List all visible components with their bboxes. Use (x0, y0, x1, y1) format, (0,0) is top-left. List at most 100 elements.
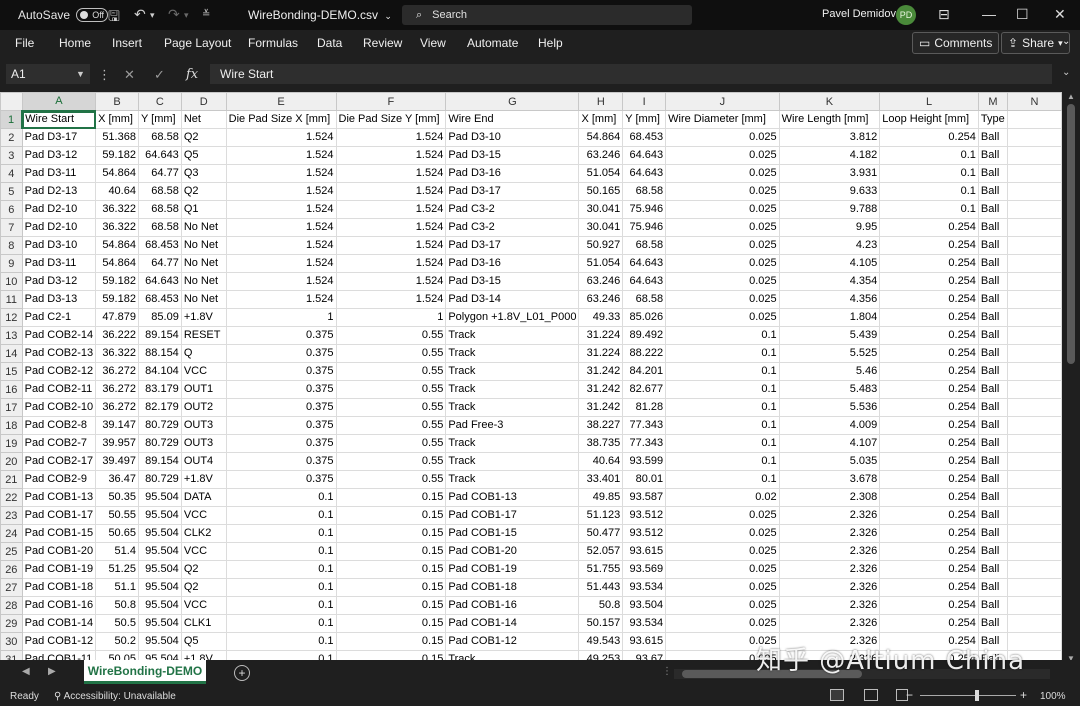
cell-d20[interactable]: OUT4 (180, 452, 227, 471)
cell-n2[interactable] (1006, 128, 1062, 147)
cell-k19[interactable]: 4.107 (778, 434, 881, 453)
cell-a8[interactable]: Pad D3-10 (21, 236, 97, 255)
cell-l26[interactable]: 0.254 (879, 560, 979, 579)
cell-d5[interactable]: Q2 (180, 182, 227, 201)
cell-b11[interactable]: 59.182 (95, 290, 139, 309)
cell-b18[interactable]: 39.147 (95, 416, 139, 435)
cell-i13[interactable]: 89.492 (622, 326, 667, 345)
cell-d16[interactable]: OUT1 (180, 380, 227, 399)
cell-n6[interactable] (1006, 200, 1062, 219)
cell-j12[interactable]: 0.025 (665, 308, 780, 327)
cell-b17[interactable]: 36.272 (95, 398, 139, 417)
cell-b8[interactable]: 54.864 (95, 236, 139, 255)
cell-m9[interactable]: Ball (977, 254, 1008, 273)
cell-f22[interactable]: 0.15 (335, 488, 447, 507)
cell-c21[interactable]: 80.729 (137, 470, 182, 489)
cell-g19[interactable]: Track (445, 434, 580, 453)
document-title[interactable]: WireBonding-DEMO.csv ⌄ (248, 8, 392, 22)
cell-k16[interactable]: 5.483 (778, 380, 881, 399)
cell-e25[interactable]: 0.1 (225, 542, 337, 561)
cell-a10[interactable]: Pad D3-12 (21, 272, 97, 291)
cell-h21[interactable]: 33.401 (578, 470, 624, 489)
cell-a6[interactable]: Pad D2-10 (21, 200, 97, 219)
row-header[interactable]: 25 (0, 542, 23, 561)
zoom-slider[interactable] (920, 695, 1016, 696)
cell-d7[interactable]: No Net (180, 218, 227, 237)
cell-n5[interactable] (1006, 182, 1062, 201)
cell-k3[interactable]: 4.182 (778, 146, 881, 165)
cell-i29[interactable]: 93.534 (622, 614, 667, 633)
cell-l27[interactable]: 0.254 (879, 578, 979, 597)
cell-f4[interactable]: 1.524 (335, 164, 447, 183)
column-header-m[interactable]: M (977, 92, 1008, 111)
cell-e18[interactable]: 0.375 (225, 416, 337, 435)
cell-c2[interactable]: 68.58 (137, 128, 182, 147)
column-header-d[interactable]: D (180, 92, 227, 111)
cell-k13[interactable]: 5.439 (778, 326, 881, 345)
cell-e12[interactable]: 1 (225, 308, 337, 327)
cell-m16[interactable]: Ball (977, 380, 1008, 399)
row-header[interactable]: 3 (0, 146, 23, 165)
cell-h1[interactable]: X [mm] (578, 110, 624, 129)
cell-d4[interactable]: Q3 (180, 164, 227, 183)
tab-help[interactable]: Help (538, 36, 563, 50)
cell-m17[interactable]: Ball (977, 398, 1008, 417)
sheet-tab-wirebonding-demo[interactable]: WireBonding-DEMO (84, 660, 206, 684)
cell-i15[interactable]: 84.201 (622, 362, 667, 381)
cell-n27[interactable] (1006, 578, 1062, 597)
cell-i16[interactable]: 82.677 (622, 380, 667, 399)
cell-f15[interactable]: 0.55 (335, 362, 447, 381)
cell-f8[interactable]: 1.524 (335, 236, 447, 255)
cell-i26[interactable]: 93.569 (622, 560, 667, 579)
cell-e10[interactable]: 1.524 (225, 272, 337, 291)
cell-d25[interactable]: VCC (180, 542, 227, 561)
cell-m2[interactable]: Ball (977, 128, 1008, 147)
cell-e14[interactable]: 0.375 (225, 344, 337, 363)
cell-i23[interactable]: 93.512 (622, 506, 667, 525)
cell-i31[interactable]: 93.67 (622, 650, 667, 660)
cell-a27[interactable]: Pad COB1-18 (21, 578, 97, 597)
cell-g29[interactable]: Pad COB1-14 (445, 614, 580, 633)
cell-h26[interactable]: 51.755 (578, 560, 624, 579)
cell-j27[interactable]: 0.025 (665, 578, 780, 597)
cell-f21[interactable]: 0.55 (335, 470, 447, 489)
cell-h22[interactable]: 49.85 (578, 488, 624, 507)
cell-l9[interactable]: 0.254 (879, 254, 979, 273)
cell-b23[interactable]: 50.55 (95, 506, 139, 525)
column-header-i[interactable]: I (622, 92, 667, 111)
zoom-level[interactable]: 100% (1040, 691, 1066, 702)
cell-e5[interactable]: 1.524 (225, 182, 337, 201)
cell-m25[interactable]: Ball (977, 542, 1008, 561)
cell-c13[interactable]: 89.154 (137, 326, 182, 345)
column-header-b[interactable]: B (95, 92, 139, 111)
cell-b27[interactable]: 51.1 (95, 578, 139, 597)
cell-a18[interactable]: Pad COB2-8 (21, 416, 97, 435)
cell-n9[interactable] (1006, 254, 1062, 273)
maximize-icon[interactable]: ☐ (1016, 6, 1029, 23)
cell-h2[interactable]: 54.864 (578, 128, 624, 147)
cell-k18[interactable]: 4.009 (778, 416, 881, 435)
cell-i27[interactable]: 93.534 (622, 578, 667, 597)
cell-l21[interactable]: 0.254 (879, 470, 979, 489)
cell-j25[interactable]: 0.025 (665, 542, 780, 561)
cell-n1[interactable] (1006, 110, 1062, 129)
cell-g25[interactable]: Pad COB1-20 (445, 542, 580, 561)
cell-b25[interactable]: 51.4 (95, 542, 139, 561)
accessibility-status[interactable]: ⚲ Accessibility: Unavailable (54, 691, 176, 702)
cell-k7[interactable]: 9.95 (778, 218, 881, 237)
cell-c16[interactable]: 83.179 (137, 380, 182, 399)
cell-d11[interactable]: No Net (180, 290, 227, 309)
column-header-a[interactable]: A (21, 92, 97, 112)
cell-i2[interactable]: 68.453 (622, 128, 667, 147)
cell-c28[interactable]: 95.504 (137, 596, 182, 615)
cell-c18[interactable]: 80.729 (137, 416, 182, 435)
cell-d8[interactable]: No Net (180, 236, 227, 255)
cell-a20[interactable]: Pad COB2-17 (21, 452, 97, 471)
prev-sheet-icon[interactable]: ◀ (22, 666, 30, 677)
cell-n24[interactable] (1006, 524, 1062, 543)
row-header[interactable]: 13 (0, 326, 23, 345)
cell-g26[interactable]: Pad COB1-19 (445, 560, 580, 579)
cell-l14[interactable]: 0.254 (879, 344, 979, 363)
cell-e26[interactable]: 0.1 (225, 560, 337, 579)
cell-g2[interactable]: Pad D3-10 (445, 128, 580, 147)
